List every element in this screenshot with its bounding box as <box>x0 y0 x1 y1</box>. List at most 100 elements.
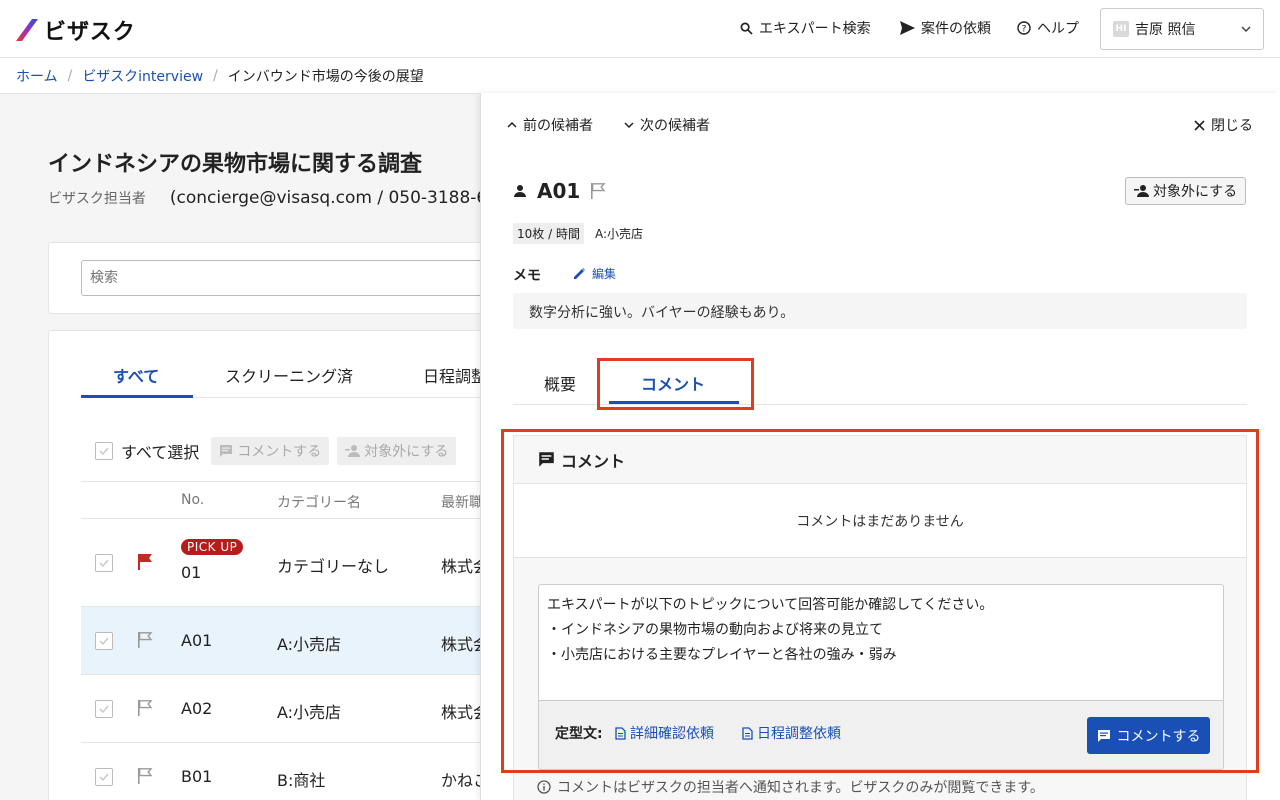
check-icon <box>99 637 109 646</box>
flag-outline-icon[interactable] <box>590 182 606 200</box>
memo-edit-button[interactable]: 編集 <box>573 265 616 282</box>
tab-screened[interactable]: スクリーニング済 <box>225 363 353 387</box>
request-project-label: 案件の依頼 <box>921 21 991 37</box>
flag-filled-icon[interactable] <box>137 553 153 571</box>
person-remove-icon <box>1134 185 1149 197</box>
svg-text:?: ? <box>1022 25 1027 35</box>
staff-info: ビザスク担当者 (concierge@visasq.com / 050-3188… <box>48 188 498 208</box>
flag-outline-icon[interactable] <box>137 699 153 717</box>
user-name: 吉原 照信 <box>1135 22 1196 38</box>
info-icon <box>537 780 551 794</box>
expert-search-link[interactable]: エキスパート検索 <box>740 18 871 38</box>
close-panel-button[interactable]: 閉じる <box>1194 115 1253 135</box>
table-row[interactable]: B01 B:商社 かねこ <box>81 743 501 800</box>
bulk-exclude-button[interactable]: 対象外にする <box>337 437 457 465</box>
pencil-icon <box>574 268 585 279</box>
chevron-down-icon <box>1241 26 1251 32</box>
select-all-label: すべて選択 <box>121 443 200 462</box>
comment-visibility-text: コメントはビザスクの担当者へ通知されます。ビザスクのみが閲覧できます。 <box>557 780 1044 796</box>
search-card <box>48 242 501 314</box>
row-category: A:小売店 <box>277 635 342 654</box>
table-row[interactable]: PICK UP 01 カテゴリーなし 株式会 <box>81 519 501 607</box>
person-remove-icon <box>345 445 361 457</box>
highlight-box-comment-section <box>501 429 1259 773</box>
row-no: 01 <box>181 563 202 582</box>
exclude-candidate-label: 対象外にする <box>1153 184 1238 200</box>
row-category: B:商社 <box>277 771 326 790</box>
app-header: ビザスク エキスパート検索 案件の依頼 ? ヘルプ HI 吉原 照信 <box>0 0 1280 58</box>
expert-header: A01 <box>513 179 606 203</box>
staff-contact: (concierge@visasq.com / 050-3188-66 <box>169 188 499 208</box>
row-checkbox[interactable] <box>95 632 113 650</box>
check-icon <box>99 559 109 568</box>
bulk-comment-label: コメントする <box>237 444 322 460</box>
candidate-list-card: すべて スクリーニング済 日程調整 すべて選択 コメントする 対象外にする No… <box>48 330 501 800</box>
select-all-checkbox[interactable] <box>95 442 113 460</box>
check-icon <box>99 773 109 782</box>
search-input[interactable] <box>81 260 501 296</box>
help-icon: ? <box>1017 21 1031 35</box>
pickup-badge: PICK UP <box>181 539 244 555</box>
highlight-box-comment-tab <box>597 358 754 410</box>
row-category: A:小売店 <box>277 703 342 722</box>
flag-outline-icon[interactable] <box>137 631 153 649</box>
table-row[interactable]: A02 A:小売店 株式会 <box>81 675 501 743</box>
breadcrumb-separator: / <box>213 68 218 84</box>
tab-all[interactable]: すべて <box>113 363 159 387</box>
bulk-exclude-label: 対象外にする <box>364 444 449 460</box>
row-checkbox[interactable] <box>95 700 113 718</box>
page-title: インドネシアの果物市場に関する調査 <box>48 152 423 177</box>
table-header: No. カテゴリー名 最新職 <box>81 481 501 519</box>
row-no: A02 <box>181 699 213 718</box>
memo-label: メモ <box>513 268 541 284</box>
breadcrumb-home[interactable]: ホーム <box>16 66 58 86</box>
memo-edit-label: 編集 <box>592 267 617 281</box>
user-avatar: HI <box>1113 21 1129 37</box>
logo-mark-icon <box>16 19 38 41</box>
breadcrumb-interview[interactable]: ビザスクinterview <box>82 66 203 86</box>
row-category: カテゴリーなし <box>277 557 390 576</box>
next-candidate-button[interactable]: 次の候補者 <box>624 115 710 135</box>
user-menu-dropdown[interactable]: HI 吉原 照信 <box>1100 8 1264 50</box>
request-project-link[interactable]: 案件の依頼 <box>900 18 991 38</box>
staff-label: ビザスク担当者 <box>48 191 146 207</box>
next-candidate-label: 次の候補者 <box>640 118 710 134</box>
bulk-comment-button[interactable]: コメントする <box>211 437 330 465</box>
search-icon <box>740 22 753 35</box>
help-link[interactable]: ? ヘルプ <box>1017 18 1079 38</box>
close-label: 閉じる <box>1211 118 1253 134</box>
tab-overview[interactable]: 概要 <box>544 371 576 395</box>
help-label: ヘルプ <box>1037 21 1079 37</box>
tab-scheduling[interactable]: 日程調整 <box>423 363 487 387</box>
flag-outline-icon[interactable] <box>137 767 153 785</box>
expert-category: A:小売店 <box>595 227 644 241</box>
breadcrumb: ホーム / ビザスクinterview / インバウンド市場の今後の展望 <box>16 66 424 86</box>
close-icon <box>1194 119 1205 131</box>
row-no: B01 <box>181 767 213 786</box>
logo[interactable]: ビザスク <box>16 14 136 46</box>
comment-visibility-note: コメントはビザスクの担当者へ通知されます。ビザスクのみが閲覧できます。 <box>537 777 1044 797</box>
exclude-candidate-button[interactable]: 対象外にする <box>1125 177 1247 205</box>
column-category: カテゴリー名 <box>277 495 361 511</box>
rate-badge: 10枚 / 時間 <box>513 223 584 244</box>
breadcrumb-separator: / <box>67 68 73 84</box>
check-icon <box>99 705 109 714</box>
row-checkbox[interactable] <box>95 768 113 786</box>
list-toolbar: すべて選択 コメントする 対象外にする <box>95 437 457 465</box>
prev-candidate-button[interactable]: 前の候補者 <box>507 115 593 135</box>
memo-text: 数字分析に強い。バイヤーの経験もあり。 <box>513 293 1247 329</box>
column-latest-position: 最新職 <box>441 495 483 511</box>
chevron-down-icon <box>624 122 634 128</box>
column-no: No. <box>181 492 205 508</box>
logo-text: ビザスク <box>44 20 136 45</box>
breadcrumb-current: インバウンド市場の今後の展望 <box>227 69 424 85</box>
table-row-selected[interactable]: A01 A:小売店 株式会 <box>81 607 501 675</box>
comment-icon <box>220 445 233 457</box>
person-icon <box>514 185 526 197</box>
expert-id: A01 <box>537 179 581 203</box>
chevron-up-icon <box>507 122 517 128</box>
active-tab-indicator <box>81 395 193 398</box>
send-icon <box>900 21 915 35</box>
check-icon <box>99 447 109 456</box>
row-checkbox[interactable] <box>95 554 113 572</box>
